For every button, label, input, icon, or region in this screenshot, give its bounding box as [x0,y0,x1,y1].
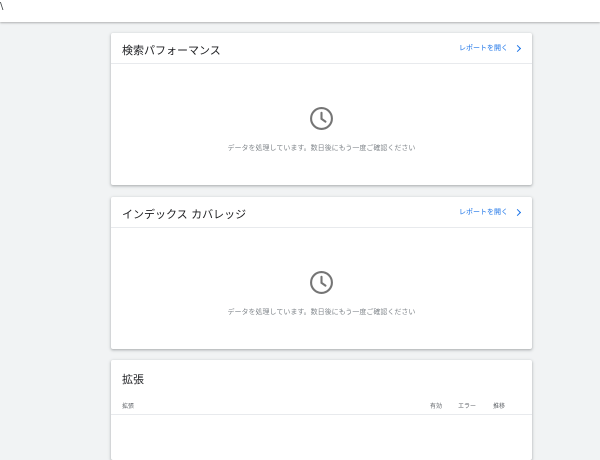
clock-icon [310,271,333,294]
extensions-card: 拡張 拡張 有効 エラー 推移 [111,360,532,460]
top-app-bar: \ [0,0,600,22]
column-header-valid: 有効 [430,403,443,410]
search-performance-card: 検索パフォーマンス レポートを開く データを処理しています。数日後にもう一度ご確… [111,33,532,185]
column-header-extension: 拡張 [122,403,135,410]
card-title: 拡張 [122,373,144,386]
card-title: インデックス カバレッジ [122,208,247,221]
extensions-table-header: 拡張 有効 エラー 推移 [111,397,532,415]
column-header-trend: 推移 [493,403,506,410]
chevron-right-icon [513,44,522,52]
open-report-link[interactable]: レポートを開く [459,207,522,217]
chevron-right-icon [513,208,522,216]
column-header-error: エラー [458,403,477,410]
open-report-link[interactable]: レポートを開く [459,43,522,53]
open-report-label: レポートを開く [459,44,508,52]
processing-message: データを処理しています。数日後にもう一度ご確認ください [227,308,416,316]
topbar-partial-glyph: \ [0,1,4,12]
clock-icon [310,107,333,130]
card-header: インデックス カバレッジ レポートを開く [111,197,532,228]
processing-message: データを処理しています。数日後にもう一度ご確認ください [227,144,416,152]
card-title: 検索パフォーマンス [122,44,221,57]
open-report-label: レポートを開く [459,208,508,216]
index-coverage-card: インデックス カバレッジ レポートを開く データを処理しています。数日後にもう一… [111,197,532,349]
card-header: 検索パフォーマンス レポートを開く [111,33,532,64]
